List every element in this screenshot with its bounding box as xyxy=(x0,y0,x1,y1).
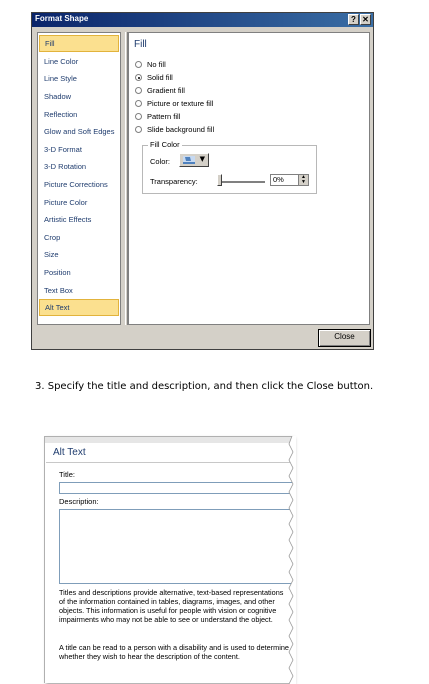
paint-bucket-icon xyxy=(183,156,195,164)
nav-item-shadow[interactable]: Shadow xyxy=(39,88,119,105)
nav-item-line-color[interactable]: Line Color xyxy=(39,53,119,70)
chevron-down-icon: ▼ xyxy=(199,155,205,163)
help-button[interactable]: ? xyxy=(348,14,359,25)
radio-button[interactable] xyxy=(135,61,142,68)
description-input[interactable] xyxy=(59,509,293,584)
fill-color-group: Fill Color xyxy=(142,140,317,194)
divider xyxy=(46,462,292,463)
alt-text-panel: Alt Text Title: Description: Titles and … xyxy=(44,436,293,683)
nav-item-picture-color[interactable]: Picture Color xyxy=(39,194,119,211)
radio-button[interactable] xyxy=(135,113,142,120)
nav-item-size[interactable]: Size xyxy=(39,246,119,263)
nav-item-position[interactable]: Position xyxy=(39,264,119,281)
radio-button[interactable] xyxy=(135,100,142,107)
section-title: Fill xyxy=(134,39,147,50)
dialog-title: Format Shape xyxy=(35,14,89,23)
radio-button[interactable] xyxy=(135,126,142,133)
dialog-title-bar[interactable]: Format Shape ? ✕ xyxy=(32,13,373,27)
info-paragraph-2: A title can be read to a person with a d… xyxy=(59,643,289,661)
nav-item-reflection[interactable]: Reflection xyxy=(39,106,119,123)
close-button[interactable]: Close xyxy=(318,329,371,347)
nav-item-3d-format[interactable]: 3-D Format xyxy=(39,141,119,158)
transparency-slider-track[interactable] xyxy=(219,181,265,184)
color-label: Color: xyxy=(150,157,171,166)
nav-item-glow-soft-edges[interactable]: Glow and Soft Edges xyxy=(39,123,119,140)
transparency-slider-thumb[interactable] xyxy=(217,174,222,186)
info-paragraph-1: Titles and descriptions provide alternat… xyxy=(59,588,284,624)
format-shape-dialog: Format Shape ? ✕ Fill Line Color Line St… xyxy=(31,12,374,350)
torn-edge xyxy=(286,436,296,684)
radio-label: Picture or texture fill xyxy=(147,99,214,108)
color-picker-button[interactable]: ▼ xyxy=(179,153,209,167)
transparency-label: Transparency: xyxy=(150,177,198,186)
spin-arrows-icon[interactable]: ▲ ▼ xyxy=(298,175,308,185)
nav-item-crop[interactable]: Crop xyxy=(39,229,119,246)
nav-item-text-box[interactable]: Text Box xyxy=(39,282,119,299)
nav-item-alt-text[interactable]: Alt Text xyxy=(39,299,119,316)
nav-item-line-style[interactable]: Line Style xyxy=(39,70,119,87)
nav-item-artistic-effects[interactable]: Artistic Effects xyxy=(39,211,119,228)
alt-text-heading: Alt Text xyxy=(53,447,86,458)
radio-label: Pattern fill xyxy=(147,112,181,121)
fill-color-group-label: Fill Color xyxy=(148,140,182,149)
radio-label: Gradient fill xyxy=(147,86,185,95)
nav-item-picture-corrections[interactable]: Picture Corrections xyxy=(39,176,119,193)
radio-button-selected[interactable] xyxy=(135,74,142,81)
close-x-button[interactable]: ✕ xyxy=(360,14,371,25)
description-label: Description: xyxy=(59,497,99,506)
radio-label: Slide background fill xyxy=(147,125,215,134)
radio-label: Solid fill xyxy=(147,73,173,82)
nav-item-fill[interactable]: Fill xyxy=(39,35,119,52)
radio-button[interactable] xyxy=(135,87,142,94)
category-list: Fill Line Color Line Style Shadow Reflec… xyxy=(37,32,121,325)
instruction-text: 3. Specify the title and description, an… xyxy=(35,381,374,392)
title-label: Title: xyxy=(59,470,75,479)
radio-label: No fill xyxy=(147,60,166,69)
nav-item-3d-rotation[interactable]: 3-D Rotation xyxy=(39,158,119,175)
title-input[interactable] xyxy=(59,482,293,494)
transparency-spinner[interactable]: 0% ▲ ▼ xyxy=(270,174,309,186)
transparency-value: 0% xyxy=(273,175,284,184)
panel-top-strip xyxy=(45,437,293,443)
